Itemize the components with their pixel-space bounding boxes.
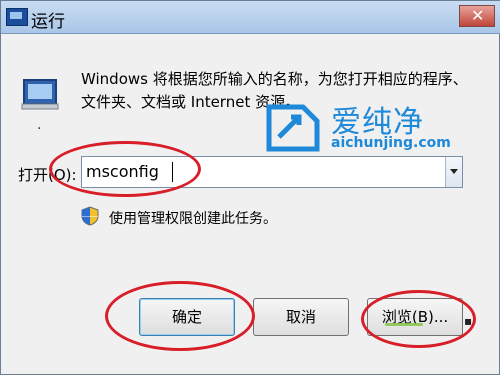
watermark-logo-icon: [266, 104, 320, 152]
highlight-circle-ok-button: [105, 281, 255, 351]
highlight-circle-open-field: [49, 141, 201, 197]
dropdown-arrow-icon[interactable]: [445, 157, 462, 187]
close-icon: ✕: [471, 6, 485, 25]
run-app-icon: [6, 8, 28, 26]
window-title: 运行: [31, 12, 65, 32]
run-icon: [21, 79, 59, 110]
shield-icon: [81, 206, 99, 226]
close-button[interactable]: ✕: [459, 5, 495, 27]
admin-note: 使用管理权限创建此任务。: [109, 211, 277, 227]
run-dialog: 运行 ✕ · Windows 将根据您所输入的名称，为您打开相应的程序、文件夹、…: [0, 0, 500, 375]
highlight-circle-browse-button: [361, 290, 476, 348]
watermark-url: aichunjing.com: [331, 135, 451, 151]
title-bar[interactable]: 运行 ✕: [1, 1, 500, 34]
cancel-button[interactable]: 取消: [253, 298, 349, 336]
decorative-dot: ·: [37, 121, 42, 137]
